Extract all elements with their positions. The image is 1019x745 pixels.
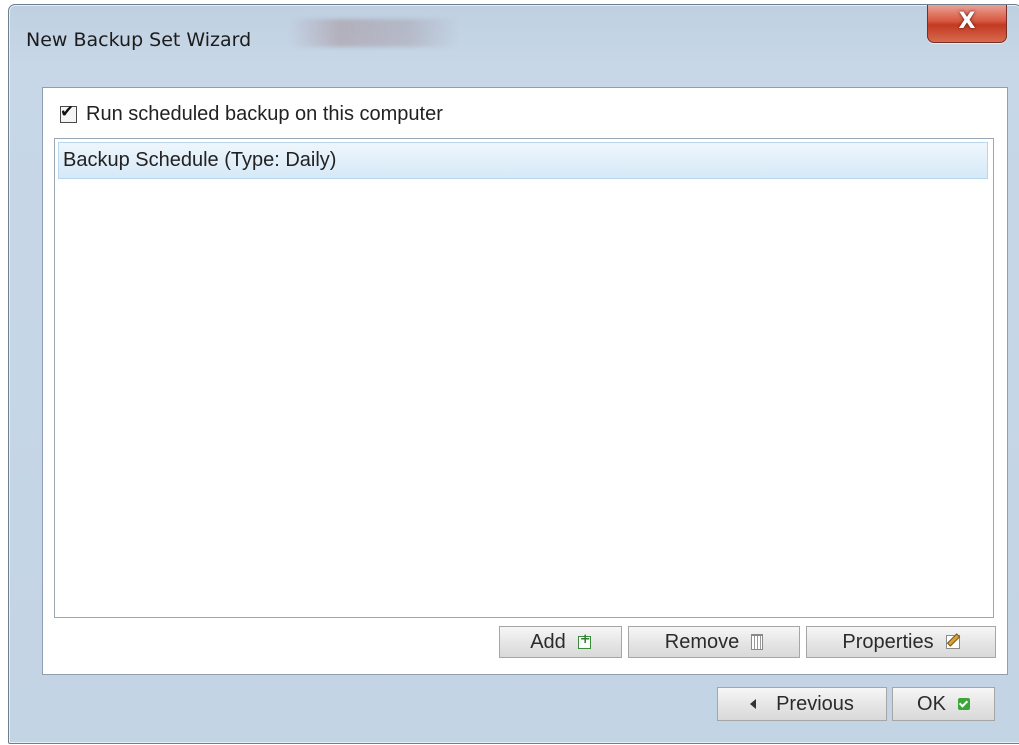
add-button[interactable]: Add (499, 626, 622, 658)
properties-button[interactable]: Properties (806, 626, 996, 658)
previous-button[interactable]: Previous (717, 687, 887, 721)
ok-button[interactable]: OK (892, 687, 995, 721)
remove-button-label: Remove (664, 630, 740, 653)
ok-button-label: OK (917, 692, 946, 715)
close-icon: X (958, 9, 976, 34)
add-button-label: Add (530, 630, 566, 653)
edit-icon (945, 635, 960, 649)
run-scheduled-row: ✔ Run scheduled backup on this computer (60, 101, 443, 127)
previous-button-label: Previous (776, 692, 854, 715)
run-scheduled-checkbox[interactable]: ✔ (60, 102, 77, 123)
title-bar[interactable]: New Backup Set Wizard X (9, 5, 1019, 77)
schedule-list-item[interactable]: Backup Schedule (Type: Daily) (58, 142, 988, 179)
window-title: New Backup Set Wizard (26, 29, 252, 51)
remove-button[interactable]: Remove (628, 626, 800, 658)
schedule-list-item-label: Backup Schedule (Type: Daily) (63, 149, 337, 171)
arrow-left-icon (750, 699, 757, 709)
title-bar-glass-reflection (289, 19, 459, 47)
checkmark-icon: ✔ (60, 101, 75, 122)
schedule-list[interactable]: Backup Schedule (Type: Daily) (54, 138, 994, 618)
properties-button-label: Properties (842, 630, 934, 653)
add-icon (577, 632, 591, 649)
wizard-window: New Backup Set Wizard X ✔ Run scheduled … (8, 4, 1019, 744)
wizard-content-panel: ✔ Run scheduled backup on this computer … (42, 87, 1008, 675)
run-scheduled-label[interactable]: Run scheduled backup on this computer (86, 103, 443, 126)
trash-icon (751, 634, 764, 650)
close-button[interactable]: X (927, 5, 1007, 43)
check-icon (957, 698, 970, 710)
